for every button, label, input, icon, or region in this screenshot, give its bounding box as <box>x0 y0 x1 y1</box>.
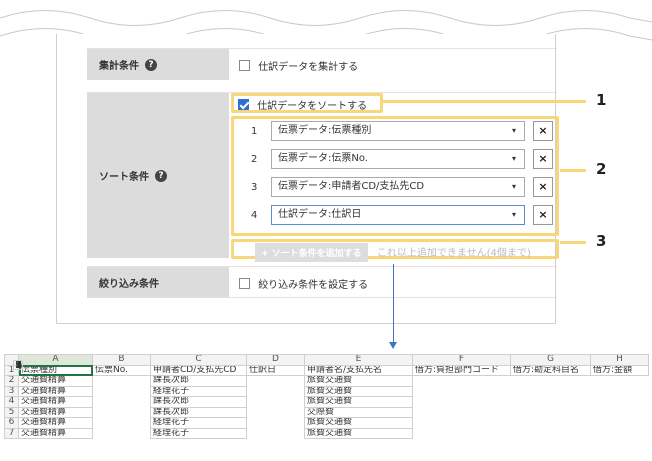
row-number[interactable]: 6 <box>4 417 19 429</box>
caret-down-icon: ▾ <box>511 126 516 135</box>
sort-item: 2 伝票データ:伝票No. ▾ × <box>243 149 553 171</box>
cell[interactable]: 交通費精算 <box>18 385 93 397</box>
callout-line-2 <box>560 169 586 172</box>
cell[interactable]: 借方:勘定科目名 <box>510 364 591 376</box>
table-row: 7 交通費精算 13 10004 2018/3/17 経理花子 99 旅費交通費… <box>4 359 649 439</box>
table-row: 3 交通費精算 8 10004 2018/7/18 経理花子 99 旅費交通費 … <box>4 359 649 397</box>
filter-label: 絞り込み条件 <box>87 267 229 297</box>
cell[interactable]: 伝票No. <box>92 364 151 376</box>
column-header[interactable]: E <box>304 354 413 366</box>
help-icon[interactable]: ? <box>155 169 167 182</box>
aggregate-row: 集計条件 ? 仕訳データを集計する <box>87 48 557 80</box>
cell[interactable]: 交通費精算 <box>18 406 93 418</box>
add-sort-area: + ソート条件を追加する これ以上追加できません(4個まで) <box>255 243 531 262</box>
arrow-line <box>393 264 394 344</box>
checkbox-unchecked[interactable] <box>239 278 250 289</box>
cell[interactable]: 借方:負担部門コード <box>412 364 511 376</box>
sort-item: 1 伝票データ:伝票種別 ▾ × <box>243 121 553 143</box>
cell[interactable]: 仕訳日 <box>246 364 305 376</box>
cell[interactable]: 経理花子 <box>150 427 247 439</box>
callout-number-2: 2 <box>596 160 607 178</box>
sort-select[interactable]: 伝票データ:申請者CD/支払先CD ▾ <box>271 177 525 197</box>
cell[interactable]: 申請者名/支払先名 <box>304 364 413 376</box>
cell[interactable]: 旅費交通費 <box>304 396 413 408</box>
cell[interactable]: 課長次郎 <box>150 406 247 418</box>
column-header[interactable]: H <box>590 354 649 366</box>
cell[interactable]: 申請者CD/支払先CD <box>150 364 247 376</box>
filter-row: 絞り込み条件 絞り込み条件を設定する <box>87 266 557 298</box>
sort-checkbox[interactable]: 仕訳データをソートする <box>238 97 367 112</box>
cell[interactable]: 旅費交通費 <box>304 385 413 397</box>
cell[interactable]: 旅費交通費 <box>304 427 413 439</box>
cell[interactable]: 756 <box>12 359 23 370</box>
remove-sort-button[interactable]: × <box>533 121 553 141</box>
table-row: 6 交通費精算 13 10004 2018/3/17 経理花子 99 旅費交通費… <box>4 359 649 429</box>
cell[interactable]: 旅費交通費 <box>304 375 413 387</box>
caret-down-icon: ▾ <box>511 154 516 163</box>
caret-down-icon: ▾ <box>511 210 516 219</box>
cell[interactable]: 課長次郎 <box>150 396 247 408</box>
remove-sort-button[interactable]: × <box>533 177 553 197</box>
table-row: 1 伝票種別 伝票No. 申請者CD/支払先CD 仕訳日 申請者名/支払先名 借… <box>4 364 649 376</box>
settings-card: 集計条件 ? 仕訳データを集計する ソート条件 ? 仕訳データをソートする 1 … <box>56 34 559 324</box>
column-header[interactable]: C <box>150 354 247 366</box>
table-row: 2 交通費精算 7 10002 2018/7/26 課長次郎 99 旅費交通費 … <box>4 359 649 387</box>
caret-down-icon: ▾ <box>511 182 516 191</box>
sort-row: ソート条件 ? 仕訳データをソートする 1 伝票データ:伝票種別 ▾ × 2 伝票… <box>87 92 559 262</box>
sort-label: ソート条件 ? <box>87 93 229 258</box>
column-header-row: A B C D E F G H <box>4 354 649 366</box>
cell[interactable]: 交通費精算 <box>18 417 93 429</box>
row-number[interactable]: 5 <box>4 406 19 418</box>
table-row: 4 交通費精算 12 10002 2018/8/10 課長次郎 99 旅費交通費… <box>4 359 649 408</box>
add-sort-button[interactable]: + ソート条件を追加する <box>255 243 368 262</box>
column-header[interactable]: B <box>92 354 151 366</box>
help-icon[interactable]: ? <box>145 58 157 71</box>
row-number[interactable]: 3 <box>4 385 19 397</box>
cell[interactable]: 交通費精算 <box>18 375 93 387</box>
sort-select[interactable]: 仕訳データ:仕訳日 ▾ <box>271 205 525 225</box>
cell[interactable]: 課長次郎 <box>150 375 247 387</box>
aggregate-checkbox[interactable]: 仕訳データを集計する <box>239 58 358 73</box>
spreadsheet: A B C D E F G H 1 伝票種別 伝票No. 申請者CD/支払先CD… <box>4 354 649 439</box>
sort-item: 4 仕訳データ:仕訳日 ▾ × <box>243 205 553 227</box>
column-header[interactable]: F <box>412 354 511 366</box>
row-number[interactable]: 7 <box>4 427 19 439</box>
add-limit-note: これ以上追加できません(4個まで) <box>376 248 531 259</box>
callout-line-3 <box>560 241 586 244</box>
cell[interactable]: 旅費交通費 <box>304 417 413 429</box>
cell[interactable]: 伝票種別 <box>18 364 93 376</box>
filter-checkbox[interactable]: 絞り込み条件を設定する <box>239 276 368 291</box>
remove-sort-button[interactable]: × <box>533 205 553 225</box>
sort-item: 3 伝票データ:申請者CD/支払先CD ▾ × <box>243 177 553 199</box>
column-header[interactable]: A <box>18 354 93 366</box>
column-header[interactable]: G <box>510 354 591 366</box>
callout-number-3: 3 <box>596 232 607 250</box>
cell[interactable]: 経理花子 <box>150 417 247 429</box>
cell[interactable]: 借方:金額 <box>590 364 649 376</box>
sort-select[interactable]: 伝票データ:伝票No. ▾ <box>271 149 525 169</box>
aggregate-label: 集計条件 ? <box>87 49 229 80</box>
remove-sort-button[interactable]: × <box>533 149 553 169</box>
callout-number-1: 1 <box>596 91 607 109</box>
cell[interactable]: 交通費精算 <box>18 396 93 408</box>
row-number[interactable]: 2 <box>4 375 19 387</box>
cell[interactable]: 交際費 <box>304 406 413 418</box>
sort-select[interactable]: 伝票データ:伝票種別 ▾ <box>271 121 525 141</box>
checkbox-unchecked[interactable] <box>239 60 250 71</box>
checkbox-checked[interactable] <box>238 99 249 110</box>
cell[interactable]: 交通費精算 <box>18 427 93 439</box>
arrow-down-icon <box>389 342 397 349</box>
table-row: 5 交通費精算 12 10002 2018/8/10 課長次郎 99 交際費 5… <box>4 359 649 418</box>
row-number[interactable]: 4 <box>4 396 19 408</box>
column-header[interactable]: D <box>246 354 305 366</box>
cell[interactable]: 経理花子 <box>150 385 247 397</box>
callout-line-1 <box>382 100 586 103</box>
